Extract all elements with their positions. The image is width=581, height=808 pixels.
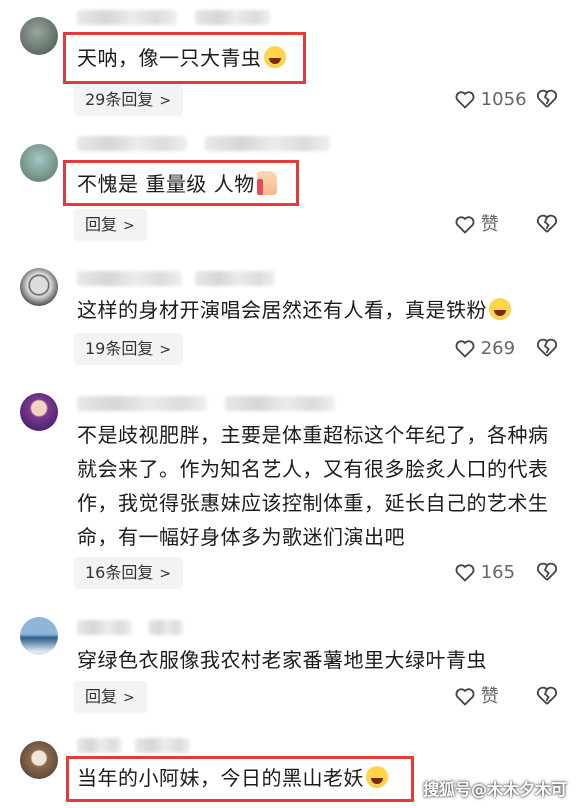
broken-heart-icon bbox=[536, 686, 558, 705]
thumbs-up-icon bbox=[256, 171, 277, 195]
chevron-right-icon: > bbox=[159, 93, 172, 109]
username-blurred bbox=[77, 10, 177, 25]
laughing-cry-icon bbox=[366, 766, 388, 788]
heart-icon bbox=[455, 340, 475, 358]
dislike-button[interactable] bbox=[536, 685, 558, 706]
comment-text: 这样的身材开演唱会居然还有人看，真是铁粉 bbox=[77, 292, 551, 328]
dislike-button[interactable] bbox=[536, 88, 558, 109]
reply-button[interactable]: 回复 > bbox=[74, 681, 147, 713]
heart-icon bbox=[455, 216, 475, 234]
heart-icon bbox=[455, 91, 475, 109]
like-button[interactable]: 赞 bbox=[455, 685, 499, 709]
username-blurred bbox=[195, 271, 275, 286]
username-blurred bbox=[77, 136, 187, 151]
comment-text: 天呐，像一只大青虫 bbox=[77, 40, 551, 76]
username-blurred bbox=[148, 620, 183, 635]
username-blurred bbox=[195, 10, 270, 25]
dislike-button[interactable] bbox=[536, 561, 558, 582]
chevron-right-icon: > bbox=[159, 342, 172, 358]
broken-heart-icon bbox=[536, 214, 558, 233]
laughing-cry-icon bbox=[263, 46, 286, 68]
avatar[interactable] bbox=[20, 393, 58, 431]
chevron-right-icon: > bbox=[159, 566, 172, 582]
avatar[interactable] bbox=[20, 741, 58, 779]
comment-text: 不是歧视肥胖，主要是体重超标这个年纪了，各种病就会来了。作为知名艺人，又有很多脍… bbox=[77, 423, 549, 549]
broken-heart-icon bbox=[536, 562, 558, 581]
reply-button[interactable]: 回复 > bbox=[74, 209, 147, 241]
comment-text: 穿绿色衣服像我农村老家番薯地里大绿叶青虫 bbox=[77, 648, 487, 672]
username-blurred bbox=[77, 738, 122, 753]
like-button[interactable]: 赞 bbox=[455, 213, 499, 237]
view-replies-button[interactable]: 29条回复 > bbox=[74, 84, 184, 116]
broken-heart-icon bbox=[536, 89, 558, 108]
broken-heart-icon bbox=[536, 338, 558, 357]
view-replies-button[interactable]: 16条回复 > bbox=[74, 557, 184, 589]
heart-icon bbox=[455, 688, 475, 706]
dislike-button[interactable] bbox=[536, 213, 558, 234]
username-blurred bbox=[205, 136, 330, 151]
avatar[interactable] bbox=[20, 617, 58, 655]
avatar[interactable] bbox=[20, 268, 58, 306]
view-replies-button[interactable]: 19条回复 > bbox=[74, 333, 184, 365]
heart-icon bbox=[455, 564, 475, 582]
dislike-button[interactable] bbox=[536, 337, 558, 358]
username-blurred bbox=[77, 396, 207, 411]
username-blurred bbox=[77, 620, 132, 635]
chevron-right-icon: > bbox=[123, 218, 135, 234]
comment-text: 不愧是 重量级 人物 bbox=[77, 166, 551, 202]
avatar[interactable] bbox=[20, 144, 58, 182]
chevron-right-icon: > bbox=[123, 690, 135, 706]
like-button[interactable]: 269 bbox=[455, 337, 515, 361]
like-button[interactable]: 165 bbox=[455, 561, 515, 585]
like-button[interactable]: 1056 bbox=[455, 88, 527, 112]
username-blurred bbox=[77, 271, 182, 286]
username-blurred bbox=[135, 738, 190, 753]
watermark: 搜狐号@木木夕木可 bbox=[422, 780, 567, 799]
avatar[interactable] bbox=[20, 17, 58, 55]
laughing-cry-icon bbox=[489, 298, 511, 320]
username-blurred bbox=[225, 396, 335, 411]
